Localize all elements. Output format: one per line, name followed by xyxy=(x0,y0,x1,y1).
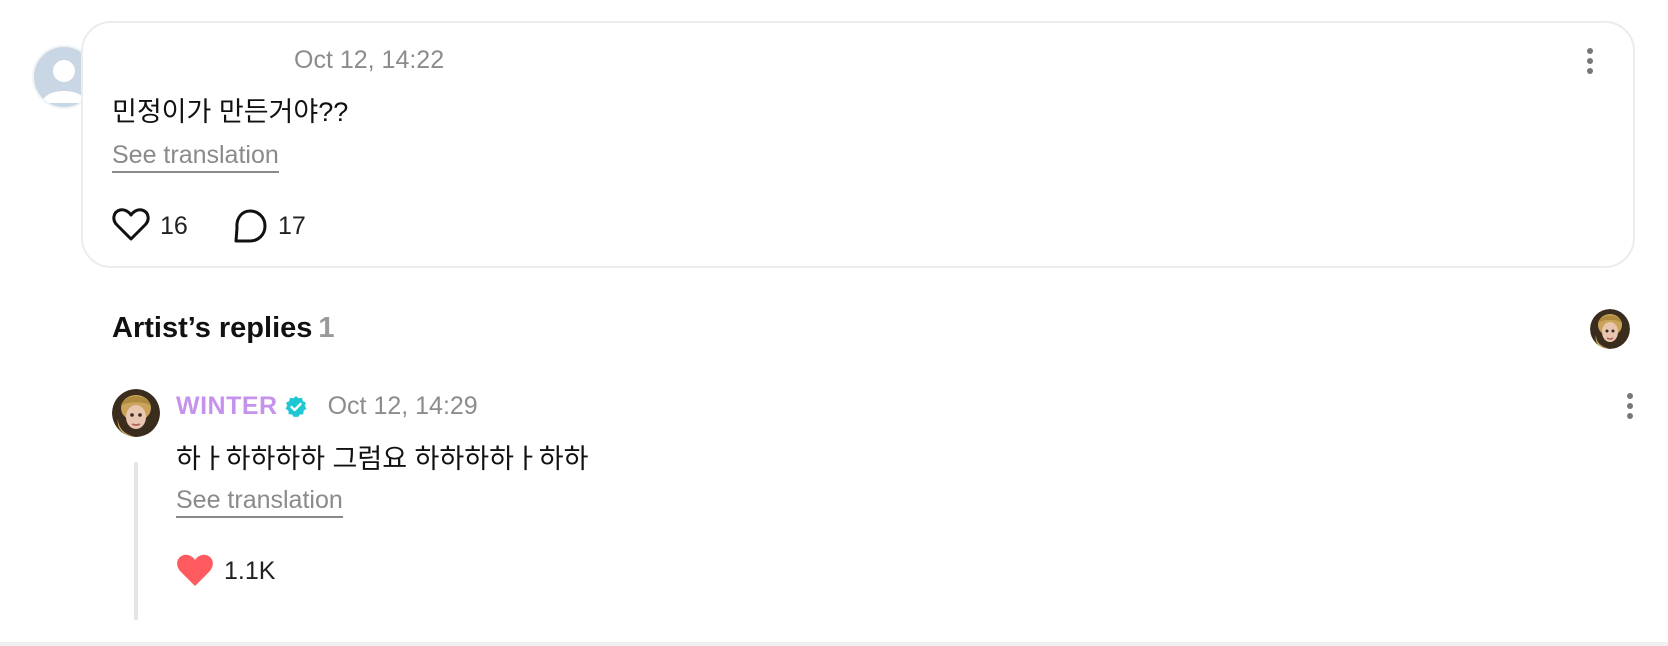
artist-portrait-icon xyxy=(1590,309,1630,349)
heart-outline-icon xyxy=(112,208,150,241)
comment-more-button[interactable] xyxy=(1585,46,1595,76)
like-count: 16 xyxy=(160,212,188,240)
artist-replies-count: 1 xyxy=(318,312,335,344)
artist-portrait-icon xyxy=(112,389,160,437)
heart-filled-icon xyxy=(177,554,213,586)
artist-replies-title: Artist’s replies xyxy=(112,312,313,344)
speech-bubble-icon xyxy=(234,209,267,243)
reply-author-row: WINTER Oct 12, 14:29 xyxy=(176,392,478,421)
divider xyxy=(0,642,1668,646)
like-button[interactable] xyxy=(112,206,150,242)
artist-replies-header: Artist’s replies 1 xyxy=(112,312,335,345)
see-translation-link[interactable]: See translation xyxy=(112,141,279,173)
artist-avatar-small[interactable] xyxy=(1590,309,1630,349)
reply-like-count: 1.1K xyxy=(224,557,276,585)
kebab-menu-icon xyxy=(1627,393,1633,419)
reply-thread-line xyxy=(134,462,138,620)
verified-badge-icon xyxy=(284,395,308,419)
reply-like-button[interactable] xyxy=(176,552,214,588)
reply-count: 17 xyxy=(278,212,306,240)
reply-see-translation-link[interactable]: See translation xyxy=(176,486,343,518)
comment-text: 민정이가 만든거야?? xyxy=(112,97,349,127)
artist-name[interactable]: WINTER xyxy=(176,392,278,421)
reply-more-button[interactable] xyxy=(1625,391,1635,421)
artist-avatar[interactable] xyxy=(112,389,160,437)
reply-button[interactable] xyxy=(232,208,268,244)
reply-text: 하ㅏ하하하하 그럼요 하하하하ㅏ하하 xyxy=(176,444,589,474)
comment-timestamp: Oct 12, 14:22 xyxy=(294,46,445,74)
reply-timestamp: Oct 12, 14:29 xyxy=(327,392,478,420)
kebab-menu-icon xyxy=(1587,48,1593,74)
